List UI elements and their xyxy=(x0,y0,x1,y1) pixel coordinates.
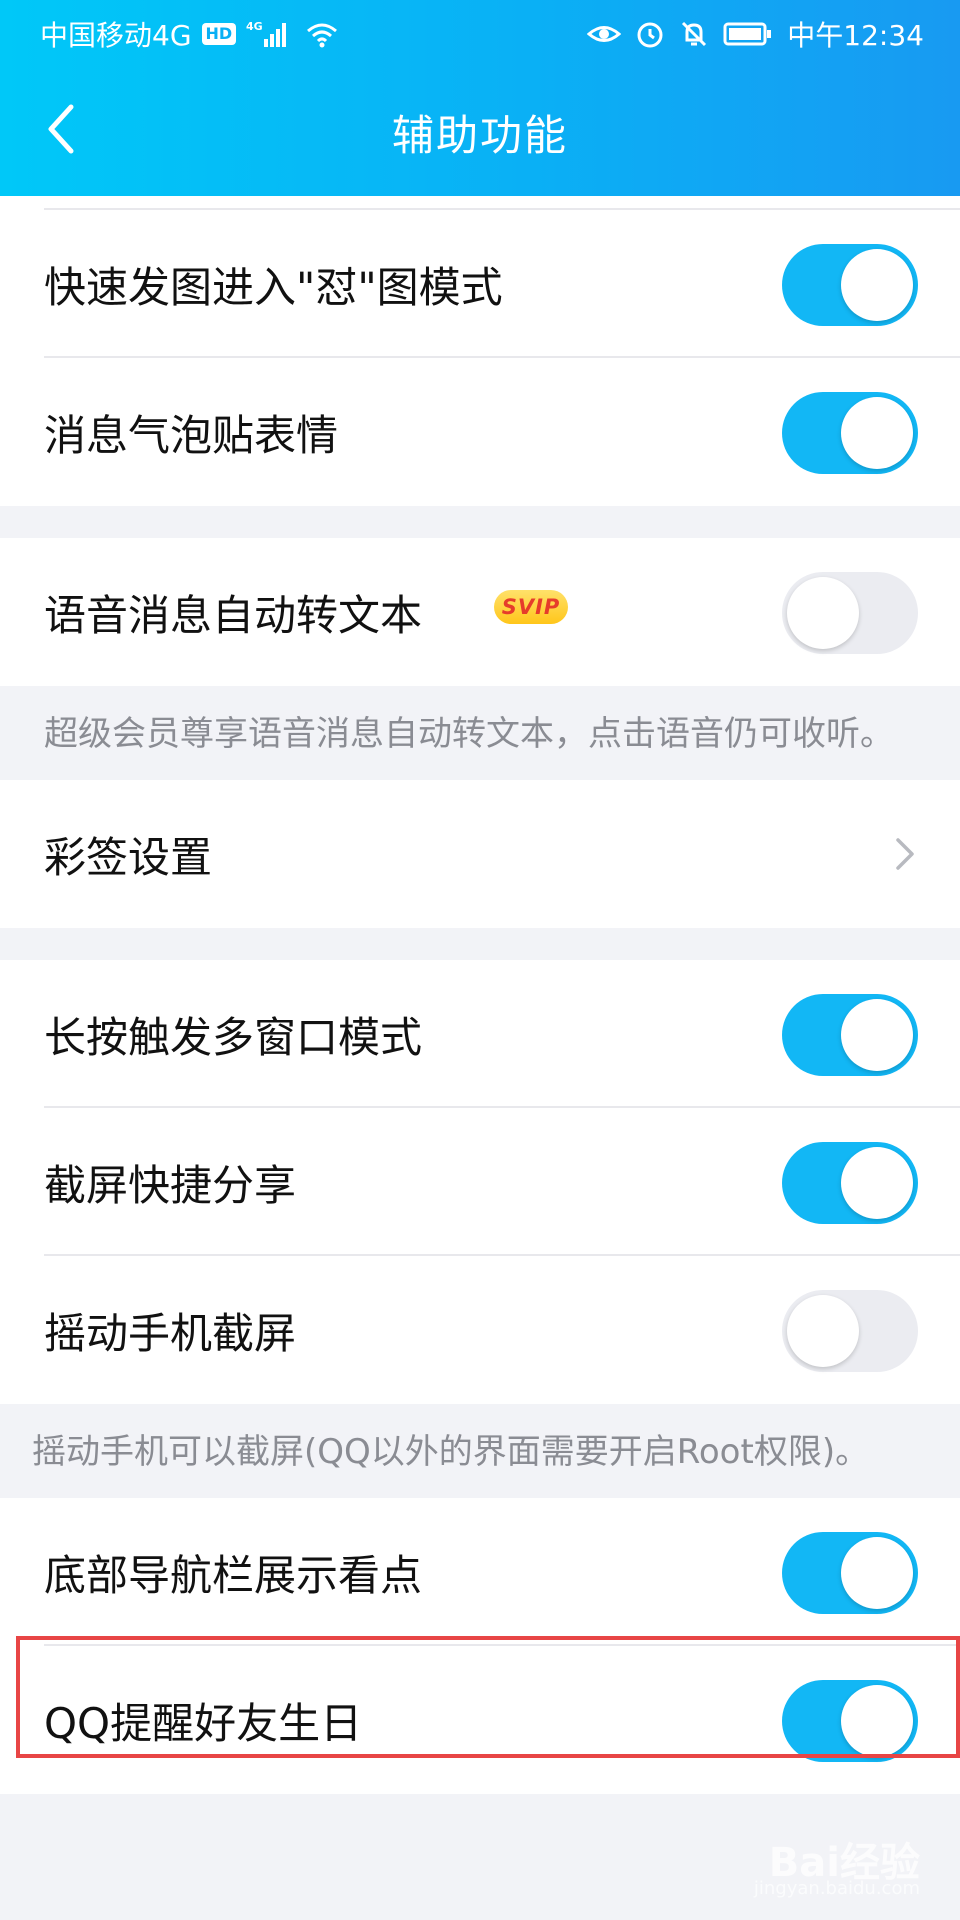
page-title: 辅助功能 xyxy=(391,111,568,160)
toggle-knob xyxy=(841,1685,913,1757)
setting-row-shake-screenshot[interactable]: 摇动手机截屏 xyxy=(0,1256,960,1404)
status-bar: 中国移动4G HD 4G 中午12:34 xyxy=(0,0,960,64)
voice-to-text-note: 超级会员尊享语音消息自动转文本，点击语音仍可收听。 xyxy=(0,686,960,780)
setting-label: 语音消息自动转文本 xyxy=(44,590,423,640)
chevron-right-icon xyxy=(896,838,914,870)
toggle-knob xyxy=(841,1537,913,1609)
watermark-logo: Bai经验 xyxy=(768,1840,920,1886)
screenshot-share-toggle[interactable] xyxy=(782,1142,918,1224)
carrier-label: 中国移动4G xyxy=(40,19,192,52)
setting-label: QQ提醒好友生日 xyxy=(44,1698,363,1748)
svip-badge: SVIP xyxy=(494,590,568,624)
wifi-icon xyxy=(304,19,340,49)
settings-group-voice: 语音消息自动转文本 SVIP xyxy=(0,538,960,686)
setting-label: 截屏快捷分享 xyxy=(44,1160,297,1210)
status-right: 中午12:34 xyxy=(587,14,924,54)
setting-label: 长按触发多窗口模式 xyxy=(44,1012,423,1062)
eye-icon xyxy=(587,19,622,49)
toggle-knob xyxy=(787,577,859,649)
battery-icon xyxy=(723,19,773,49)
setting-row-quick-send-image[interactable]: 快速发图进入"怼"图模式 xyxy=(0,210,960,358)
settings-group-window: 长按触发多窗口模式 截屏快捷分享 摇动手机截屏 xyxy=(0,960,960,1404)
hd-badge: HD xyxy=(201,23,237,45)
setting-row-birthday-reminder[interactable]: QQ提醒好友生日 xyxy=(0,1646,960,1794)
setting-row-voice-to-text[interactable]: 语音消息自动转文本 SVIP xyxy=(0,538,960,686)
shake-screenshot-toggle[interactable] xyxy=(782,1290,918,1372)
setting-row-screenshot-share[interactable]: 截屏快捷分享 xyxy=(0,1108,960,1256)
setting-row-bottom-nav-kandian[interactable]: 底部导航栏展示看点 xyxy=(0,1498,960,1646)
mute-bell-icon xyxy=(679,19,709,49)
watermark-url: jingyan.baidu.com xyxy=(753,1878,920,1899)
toggle-knob xyxy=(841,999,913,1071)
toggle-knob xyxy=(841,249,913,321)
nav-bar: 辅助功能 xyxy=(0,64,960,196)
watermark: Bai经验 jingyan.baidu.com xyxy=(753,1840,920,1902)
bottom-nav-kandian-toggle[interactable] xyxy=(782,1532,918,1614)
signal-icon: 4G xyxy=(246,19,294,49)
status-left: 中国移动4G HD 4G xyxy=(40,14,340,54)
settings-group-nav: 底部导航栏展示看点 QQ提醒好友生日 xyxy=(0,1498,960,1794)
setting-label: 底部导航栏展示看点 xyxy=(44,1550,423,1600)
bubble-sticker-toggle[interactable] xyxy=(782,392,918,474)
network-label: 4G xyxy=(246,20,263,33)
settings-group-color-tag: 彩签设置 xyxy=(0,780,960,928)
shake-screenshot-note: 摇动手机可以截屏(QQ以外的界面需要开启Root权限)。 xyxy=(0,1404,960,1498)
toggle-knob xyxy=(787,1295,859,1367)
toggle-knob xyxy=(841,397,913,469)
toggle-knob xyxy=(841,1147,913,1219)
setting-row-bubble-sticker[interactable]: 消息气泡贴表情 xyxy=(0,358,960,506)
setting-row-multi-window[interactable]: 长按触发多窗口模式 xyxy=(0,960,960,1108)
alarm-icon xyxy=(635,19,665,49)
header: 中国移动4G HD 4G 中午12:34 辅助功能 xyxy=(0,0,960,196)
setting-label: 快速发图进入"怼"图模式 xyxy=(44,262,503,312)
list-top-divider xyxy=(0,196,960,210)
quick-send-image-toggle[interactable] xyxy=(782,244,918,326)
setting-row-color-tag[interactable]: 彩签设置 xyxy=(0,780,960,928)
settings-list: 快速发图进入"怼"图模式 消息气泡贴表情 语音消息自动转文本 SVIP 超级会员… xyxy=(0,196,960,1794)
setting-label: 摇动手机截屏 xyxy=(44,1308,297,1358)
group-separator xyxy=(0,928,960,960)
multi-window-toggle[interactable] xyxy=(782,994,918,1076)
group-separator xyxy=(0,506,960,538)
voice-to-text-toggle[interactable] xyxy=(782,572,918,654)
settings-group-image: 快速发图进入"怼"图模式 消息气泡贴表情 xyxy=(0,210,960,506)
clock-label: 中午12:34 xyxy=(787,19,924,52)
setting-label: 彩签设置 xyxy=(44,832,213,882)
birthday-reminder-toggle[interactable] xyxy=(782,1680,918,1762)
setting-label: 消息气泡贴表情 xyxy=(44,410,339,460)
